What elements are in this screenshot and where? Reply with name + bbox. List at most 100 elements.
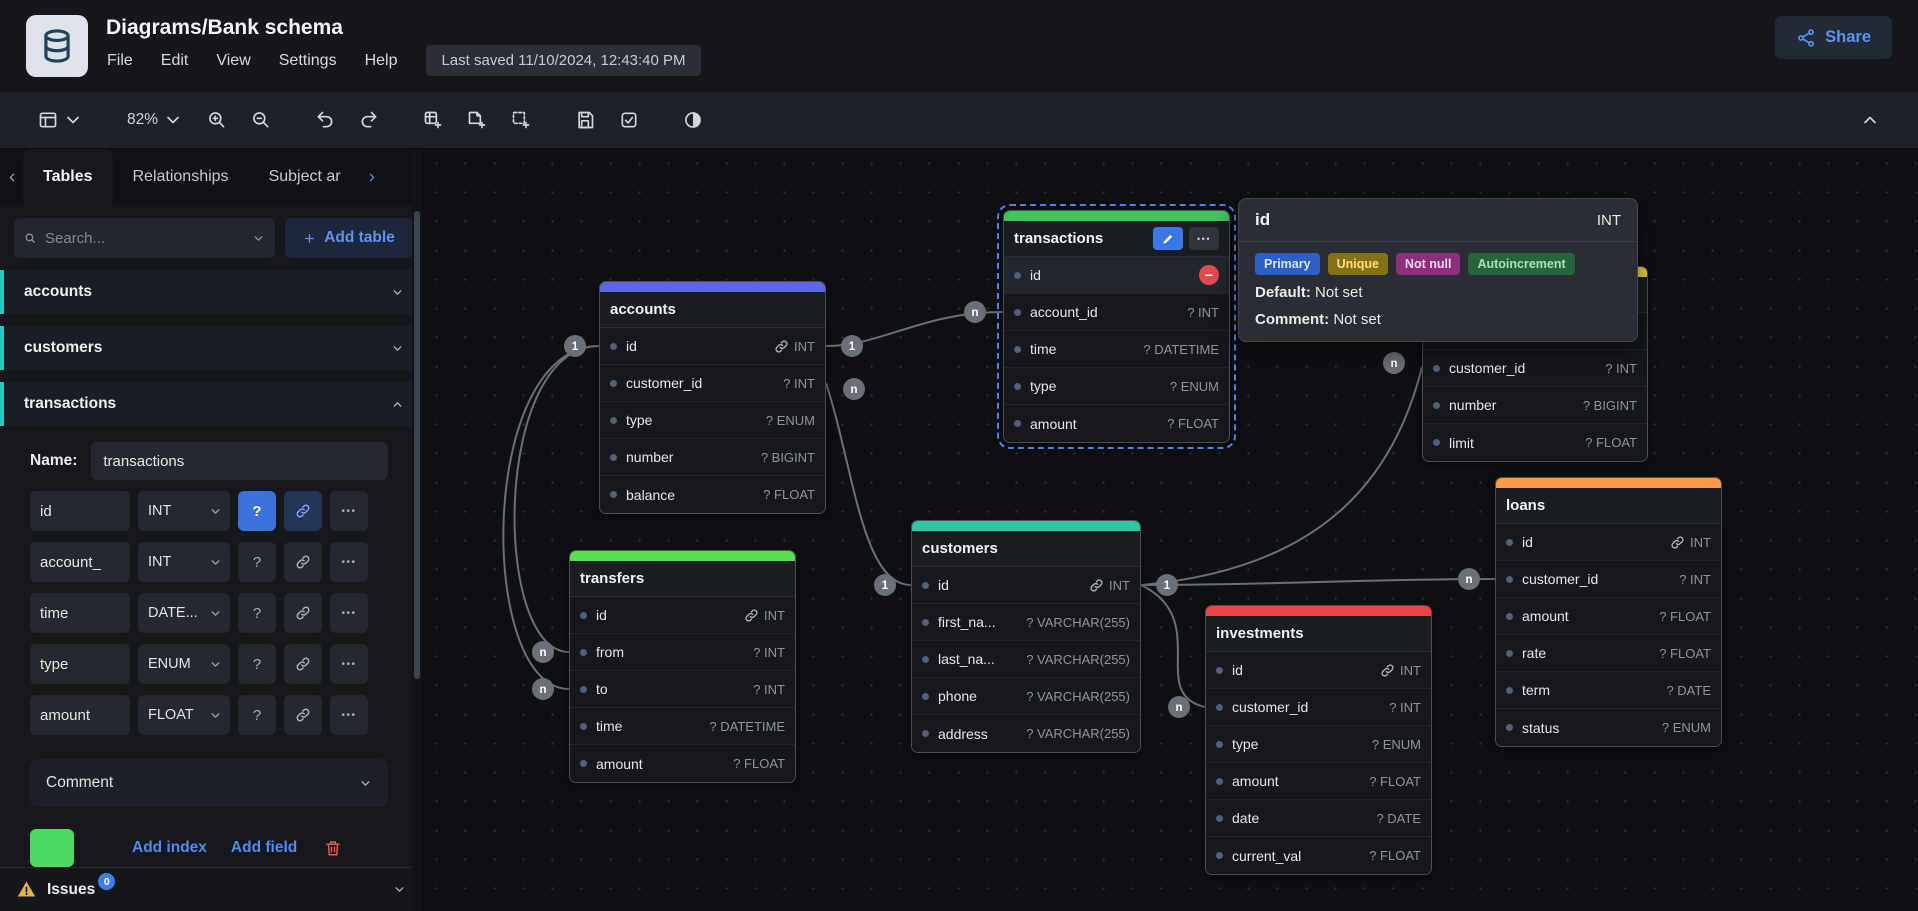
table-field-row[interactable]: amount? FLOAT: [1206, 763, 1431, 800]
table-field-row[interactable]: number? BIGINT: [600, 439, 825, 476]
collapse-toolbar-button[interactable]: [1852, 103, 1888, 137]
table-field-row[interactable]: term? DATE: [1496, 672, 1721, 709]
sidebar-item-accounts[interactable]: accounts: [0, 270, 422, 314]
primary-key-toggle[interactable]: [284, 542, 322, 582]
theme-toggle-button[interactable]: [675, 103, 711, 137]
nullable-toggle[interactable]: ?: [238, 695, 276, 735]
field-more-button[interactable]: •••: [330, 644, 368, 684]
table-field-row[interactable]: first_na...? VARCHAR(255): [912, 604, 1140, 641]
field-more-button[interactable]: •••: [330, 542, 368, 582]
table-field-row[interactable]: account_id? INT: [1004, 294, 1229, 331]
app-logo[interactable]: [26, 15, 88, 77]
sidebar-item-transactions[interactable]: transactions: [0, 382, 422, 426]
menu-file[interactable]: File: [96, 47, 144, 75]
table-field-row[interactable]: time? DATETIME: [1004, 331, 1229, 368]
add-field-button[interactable]: Add field: [219, 830, 309, 866]
tabs-scroll-left-button[interactable]: [2, 167, 23, 188]
relationship-line[interactable]: [1141, 585, 1205, 707]
field-type-select[interactable]: FLOAT: [138, 695, 230, 735]
share-button[interactable]: Share: [1775, 16, 1892, 59]
table-field-row[interactable]: customer_id? INT: [600, 365, 825, 402]
table-field-row[interactable]: address? VARCHAR(255): [912, 715, 1140, 752]
table-field-row[interactable]: status? ENUM: [1496, 709, 1721, 746]
table-field-row[interactable]: customer_id? INT: [1496, 561, 1721, 598]
nullable-toggle[interactable]: ?: [238, 593, 276, 633]
chevron-up-icon[interactable]: [391, 398, 404, 411]
delete-field-button[interactable]: −: [1199, 265, 1219, 285]
table-header[interactable]: customers: [912, 531, 1140, 567]
primary-key-toggle[interactable]: [284, 491, 322, 531]
table-field-row[interactable]: date? DATE: [1206, 800, 1431, 837]
diagram-canvas[interactable]: 1nn1n1n1nnn id INT PrimaryUniqueNot null…: [422, 149, 1918, 911]
diagram-table-transfers[interactable]: transfersidINTfrom? INTto? INTtime? DATE…: [569, 550, 796, 783]
table-color-swatch[interactable]: [30, 829, 74, 867]
table-field-row[interactable]: phone? VARCHAR(255): [912, 678, 1140, 715]
search-box[interactable]: [14, 218, 275, 258]
table-options-button[interactable]: •••: [1189, 227, 1219, 250]
issues-bar[interactable]: Issues 0: [0, 867, 422, 911]
table-field-row[interactable]: time? DATETIME: [570, 708, 795, 745]
comment-section[interactable]: Comment: [30, 759, 388, 807]
todo-button[interactable]: [611, 103, 647, 137]
field-more-button[interactable]: •••: [330, 491, 368, 531]
diagram-table-customers[interactable]: customersidINTfirst_na...? VARCHAR(255)l…: [911, 520, 1141, 753]
table-field-row[interactable]: idINT: [1206, 652, 1431, 689]
chevron-down-icon[interactable]: [393, 883, 406, 896]
tab-relationships[interactable]: Relationships: [113, 149, 249, 205]
table-header[interactable]: transactions•••: [1004, 221, 1229, 257]
table-field-row[interactable]: idINT: [912, 567, 1140, 604]
add-table-button[interactable]: Add table: [285, 218, 413, 258]
tabs-scroll-right-button[interactable]: [361, 167, 382, 188]
tab-tables[interactable]: Tables: [23, 149, 113, 205]
table-field-row[interactable]: balance? FLOAT: [600, 476, 825, 513]
table-field-row[interactable]: last_na...? VARCHAR(255): [912, 641, 1140, 678]
field-name-input[interactable]: [30, 542, 130, 582]
nullable-toggle[interactable]: ?: [238, 542, 276, 582]
table-field-row[interactable]: to? INT: [570, 671, 795, 708]
delete-table-button[interactable]: [313, 830, 353, 866]
field-type-select[interactable]: ENUM: [138, 644, 230, 684]
zoom-level-dropdown[interactable]: 82%: [119, 103, 191, 137]
redo-button[interactable]: [351, 103, 387, 137]
table-field-row[interactable]: number? BIGINT: [1423, 387, 1647, 424]
table-field-row[interactable]: type? ENUM: [600, 402, 825, 439]
table-field-row[interactable]: from? INT: [570, 634, 795, 671]
table-field-row[interactable]: current_val? FLOAT: [1206, 837, 1431, 874]
field-name-input[interactable]: [30, 491, 130, 531]
menu-help[interactable]: Help: [354, 47, 409, 75]
relationship-line[interactable]: [1141, 579, 1495, 585]
sidebar-item-customers[interactable]: customers: [0, 326, 422, 370]
table-field-row[interactable]: limit? FLOAT: [1423, 424, 1647, 461]
table-field-row[interactable]: type? ENUM: [1206, 726, 1431, 763]
table-name-input[interactable]: [91, 442, 388, 480]
nullable-toggle[interactable]: ?: [238, 644, 276, 684]
primary-key-toggle[interactable]: [284, 593, 322, 633]
diagram-table-investments[interactable]: investmentsidINTcustomer_id? INTtype? EN…: [1205, 605, 1432, 875]
primary-key-toggle[interactable]: [284, 695, 322, 735]
table-field-row[interactable]: customer_id? INT: [1206, 689, 1431, 726]
scrollbar-thumb[interactable]: [414, 211, 420, 679]
table-header[interactable]: loans: [1496, 488, 1721, 524]
table-field-row[interactable]: idINT: [600, 328, 825, 365]
table-header[interactable]: investments: [1206, 616, 1431, 652]
diagram-table-accounts[interactable]: accountsidINTcustomer_id? INTtype? ENUMn…: [599, 281, 826, 514]
undo-button[interactable]: [307, 103, 343, 137]
table-field-row[interactable]: amount? FLOAT: [1496, 598, 1721, 635]
diagram-table-loans[interactable]: loansidINTcustomer_id? INTamount? FLOATr…: [1495, 477, 1722, 747]
chevron-down-icon[interactable]: [252, 232, 265, 245]
view-mode-button[interactable]: [30, 103, 91, 137]
field-type-select[interactable]: INT: [138, 542, 230, 582]
relationship-line[interactable]: [826, 383, 911, 585]
table-field-row[interactable]: idINT: [570, 597, 795, 634]
edit-table-button[interactable]: [1153, 227, 1183, 250]
table-header[interactable]: transfers: [570, 561, 795, 597]
table-field-row[interactable]: rate? FLOAT: [1496, 635, 1721, 672]
field-name-input[interactable]: [30, 593, 130, 633]
table-field-row[interactable]: amount? FLOAT: [1004, 405, 1229, 442]
menu-edit[interactable]: Edit: [150, 47, 200, 75]
add-area-tool-button[interactable]: [503, 103, 539, 137]
add-table-tool-button[interactable]: [415, 103, 451, 137]
zoom-in-button[interactable]: [199, 103, 235, 137]
field-more-button[interactable]: •••: [330, 593, 368, 633]
menu-settings[interactable]: Settings: [268, 47, 348, 75]
